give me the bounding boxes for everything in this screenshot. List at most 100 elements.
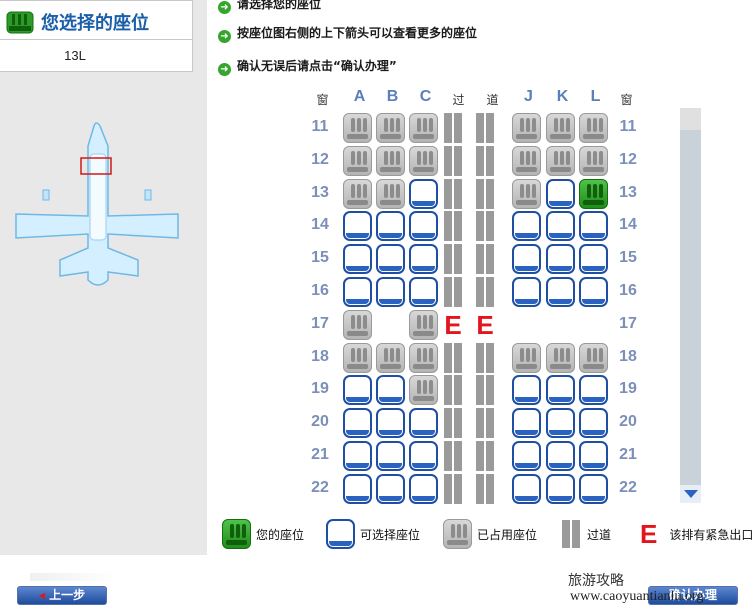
available-seat-14J[interactable] (512, 211, 541, 242)
available-seat-14B[interactable] (376, 211, 405, 242)
available-seat-20C[interactable] (409, 408, 438, 439)
arrow-right-icon: ➜ (218, 63, 231, 76)
col-head-window-left: 窗 (316, 93, 329, 107)
exit-mark: E (476, 309, 494, 340)
available-seat-16J[interactable] (512, 277, 541, 307)
col-head-j: J (524, 88, 533, 105)
aisle-segment (474, 441, 496, 471)
row-number-left: 21 (311, 446, 329, 463)
aisle-segment (474, 375, 496, 406)
available-seat-21K[interactable] (546, 441, 575, 471)
col-head-c: C (419, 88, 432, 105)
available-seat-19L[interactable] (579, 375, 608, 406)
legend-aisle: 过道 (560, 518, 611, 550)
available-seat-21A[interactable] (343, 441, 372, 471)
prev-step-button[interactable]: 上一步 (17, 586, 107, 605)
exit-mark: E (444, 309, 462, 340)
available-seat-13C[interactable] (409, 178, 438, 209)
available-seat-16B[interactable] (376, 277, 405, 307)
available-seat-icon (326, 519, 355, 549)
occupied-seat-12J (512, 145, 541, 176)
scrollbar-thumb[interactable] (680, 130, 701, 485)
available-seat-22L[interactable] (579, 473, 608, 504)
available-seat-22K[interactable] (546, 473, 575, 504)
available-seat-16L[interactable] (579, 277, 608, 307)
legend-exit: E 该排有紧急出口 (640, 518, 754, 549)
available-seat-22B[interactable] (376, 473, 405, 504)
occupied-seat-18C (409, 342, 438, 373)
available-seat-21J[interactable] (512, 441, 541, 471)
available-seat-19B[interactable] (376, 375, 405, 406)
occupied-seat-17A (343, 309, 372, 340)
available-seat-14K[interactable] (546, 211, 575, 242)
occupied-seat-11B (376, 113, 405, 143)
scroll-down-arrow-icon[interactable] (680, 485, 701, 503)
selected-seat-title: 您选择的座位 (41, 13, 149, 34)
available-seat-19K[interactable] (546, 375, 575, 406)
available-seat-15B[interactable] (376, 244, 405, 275)
available-seat-20J[interactable] (512, 408, 541, 439)
occupied-seat-13B (376, 178, 405, 209)
row-number-right: 15 (619, 249, 637, 267)
row-number-left: 19 (311, 380, 329, 398)
row-number-left: 15 (311, 249, 329, 267)
available-seat-20L[interactable] (579, 408, 608, 439)
available-seat-15L[interactable] (579, 244, 608, 275)
available-seat-16A[interactable] (343, 277, 372, 307)
available-seat-19A[interactable] (343, 375, 372, 406)
row-number-left: 13 (311, 183, 329, 201)
col-head-window-right: 窗 (620, 93, 633, 107)
available-seat-22A[interactable] (343, 473, 372, 504)
my-seat-13L[interactable] (579, 178, 608, 209)
occupied-seat-18L (579, 342, 608, 373)
available-seat-14C[interactable] (409, 211, 438, 242)
available-seat-15A[interactable] (343, 244, 372, 275)
available-seat-20K[interactable] (546, 408, 575, 439)
available-seat-14L[interactable] (579, 211, 608, 242)
seatmap-scrollbar[interactable] (680, 108, 701, 503)
available-seat-16C[interactable] (409, 277, 438, 307)
available-seat-21C[interactable] (409, 441, 438, 471)
available-seat-14A[interactable] (343, 211, 372, 242)
row-number-right: 14 (619, 216, 637, 234)
available-seat-19J[interactable] (512, 375, 541, 406)
available-seat-16K[interactable] (546, 277, 575, 307)
my-seat-icon (222, 519, 251, 549)
available-seat-21L[interactable] (579, 441, 608, 471)
available-seat-15K[interactable] (546, 244, 575, 275)
available-seat-21B[interactable] (376, 441, 405, 471)
col-head-aisle-2: 道 (486, 93, 499, 107)
aisle-segment (474, 178, 496, 209)
available-seat-22J[interactable] (512, 473, 541, 504)
row-number-right: 17 (619, 314, 637, 332)
arrow-right-icon: ➜ (218, 30, 231, 43)
left-panel: 您选择的座位 13L (0, 0, 207, 555)
occupied-seat-18A (343, 342, 372, 373)
seat-legend: 您的座位 可选择座位 已占用座位 过道 E 该排有紧急出口 (222, 518, 755, 550)
occupied-seat-icon (443, 519, 472, 549)
aisle-segment (474, 342, 496, 373)
row-number-left: 17 (311, 314, 329, 332)
available-seat-15J[interactable] (512, 244, 541, 275)
watermark-title: 旅游攻略 (568, 573, 624, 589)
row-number-left: 22 (311, 478, 329, 496)
available-seat-15C[interactable] (409, 244, 438, 275)
aisle-segment (442, 145, 464, 176)
col-head-aisle-1: 过 (452, 93, 465, 107)
aisle-segment (442, 211, 464, 242)
occupied-seat-12B (376, 145, 405, 176)
row-number-right: 18 (619, 347, 637, 365)
occupied-seat-12L (579, 145, 608, 176)
available-seat-20B[interactable] (376, 408, 405, 439)
aisle-segment (442, 178, 464, 209)
row-number-left: 14 (311, 216, 329, 234)
occupied-seat-12C (409, 145, 438, 176)
aisle-segment (474, 145, 496, 176)
available-seat-20A[interactable] (343, 408, 372, 439)
occupied-seat-11K (546, 113, 575, 143)
available-seat-22C[interactable] (409, 473, 438, 504)
available-seat-13K[interactable] (546, 178, 575, 209)
aisle-segment (474, 211, 496, 242)
aisle-segment (442, 342, 464, 373)
aisle-segment (442, 277, 464, 307)
